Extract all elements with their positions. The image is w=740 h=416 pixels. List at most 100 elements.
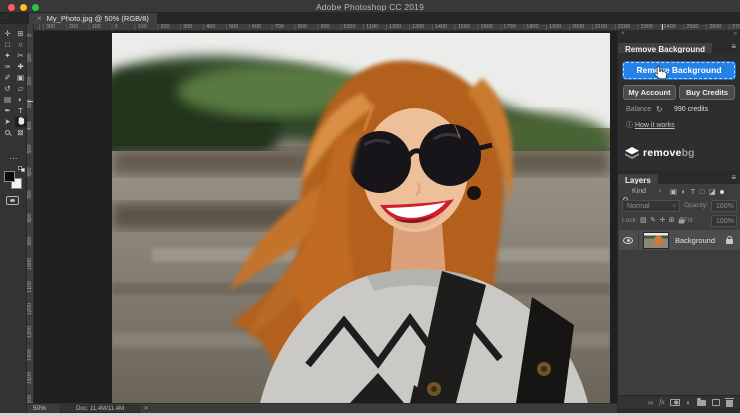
v-ruler-label: 700 [27,188,33,202]
path-select-tool[interactable]: ➤ [2,117,14,127]
h-ruler-label: 1500 [458,24,470,30]
vertical-ruler[interactable]: 0100200300400500600700800900100011001200… [27,31,34,403]
h-ruler-label: 2400 [663,24,675,30]
h-ruler-label: 200 [69,24,78,30]
tab-close-icon[interactable]: × [37,14,42,23]
healing-brush-tool[interactable]: ✚ [15,62,27,72]
pen-tool[interactable]: ✒ [2,106,14,116]
lock-label: Lock: [622,217,638,224]
filter-kind-dropdown[interactable]: Kind [632,188,646,195]
layer-row-background[interactable]: Background [619,230,740,250]
adjustment-layer-icon[interactable]: ◐ [686,398,691,407]
quick-selection-tool[interactable]: ✦ [2,51,14,61]
layers-panel-body: Kind ∨ ▣◐T□◪ Normal∨ Opacity: 100%∨ Lock… [618,184,740,395]
h-ruler-label: 900 [320,24,329,30]
h-ruler-label: 2700 [732,24,740,30]
lock-artboard-icon[interactable]: ⊞ [669,216,675,224]
layer-effects-icon[interactable]: fx [659,398,664,406]
status-chevron-icon[interactable]: > [144,405,148,412]
h-ruler-label: 2200 [618,24,630,30]
dock-close-icon[interactable]: × [621,31,625,37]
fill-select[interactable]: 100%∨ [711,215,737,227]
foreground-color-swatch[interactable] [4,171,15,182]
h-ruler-label: 1600 [481,24,493,30]
brush-tool[interactable]: ✐ [2,73,14,83]
move-tool[interactable]: ✛ [2,29,14,39]
h-ruler-label: 2500 [686,24,698,30]
filter-shape-layers-icon[interactable]: □ [700,187,705,196]
v-ruler-label: 100 [27,51,33,65]
dock-header: × » [618,31,740,39]
document-tab-bar: ∷ ×My_Photo.jpg @ 50% (RGB/8) [0,13,740,24]
v-ruler-label: 0 [27,31,33,42]
v-ruler-label: 900 [27,234,33,248]
dodge-tool[interactable]: ◐ [15,95,27,105]
layers-menu-icon[interactable]: ≡ [731,173,736,182]
opacity-select[interactable]: 100%∨ [711,200,737,212]
blend-mode-select[interactable]: Normal∨ [622,200,680,212]
gradient-tool[interactable]: ▤ [2,95,14,105]
default-colors-icon[interactable] [18,166,25,172]
status-bar: 50% Doc: 11.4M/11.4M > [27,403,617,413]
document-size-indicator: Doc: 11.4M/11.4M [60,405,140,413]
artboard-tool[interactable]: ⊞ [15,29,27,39]
v-ruler-label: 600 [27,165,33,179]
dock-collapse-icon[interactable]: » [734,31,737,37]
v-ruler-label: 1400 [27,348,33,362]
zoom-tool[interactable] [2,128,14,138]
lock-pixels-icon[interactable]: ✎ [650,216,656,224]
delete-layer-icon[interactable] [726,400,733,407]
frame-tool[interactable]: ⊠ [15,128,27,138]
panel-menu-icon[interactable]: ≡ [731,42,736,51]
title-bar: Adobe Photoshop CC 2019 [0,0,740,13]
filter-smart-objects-icon[interactable]: ◪ [709,187,716,196]
h-ruler-label: 300 [46,24,55,30]
new-layer-icon[interactable] [712,399,720,406]
new-group-icon[interactable] [697,400,706,406]
marquee-tool[interactable]: □ [2,40,14,50]
zoom-level-field[interactable]: 50% [33,405,46,412]
filter-adjustment-layers-icon[interactable]: ◐ [682,187,687,196]
layer-mask-icon[interactable] [670,399,680,406]
layer-name: Background [675,236,726,245]
h-ruler-label: 100 [92,24,101,30]
filter-pixel-layers-icon[interactable]: ▣ [670,187,677,196]
v-ruler-label: 200 [27,74,33,88]
tools-panel: ✛⊞□○✦✂✑✚✐▣↺▱▤◐✒T➤⊠ ⋯ [0,24,27,416]
lasso-tool[interactable]: ○ [15,40,27,50]
remove-bg-panel-tabbar: Remove Background ≡ [618,39,740,53]
filter-type-layers-icon[interactable]: T [691,187,696,196]
h-ruler-label: 2100 [595,24,607,30]
quick-mask-button[interactable] [6,196,19,205]
how-it-works-link[interactable]: How it works [635,122,675,129]
clone-stamp-tool[interactable]: ▣ [15,73,27,83]
layer-visibility-eye-icon[interactable] [623,237,633,244]
lock-position-icon[interactable]: ✛ [660,216,666,224]
filter-toggle-icon[interactable] [720,190,724,194]
document-tab[interactable]: ×My_Photo.jpg @ 50% (RGB/8) [29,13,157,24]
v-ruler-label: 500 [27,142,33,156]
remove-background-button[interactable]: Remove Background [623,62,735,79]
layer-thumbnail[interactable] [643,232,669,249]
buy-credits-button[interactable]: Buy Credits [679,85,735,100]
h-ruler-label: 400 [206,24,215,30]
my-account-button[interactable]: My Account [623,85,676,100]
v-ruler-label: 1200 [27,302,33,316]
canvas-pasteboard[interactable] [34,31,617,403]
type-tool[interactable]: T [15,106,27,116]
h-ruler-label: 200 [160,24,169,30]
refresh-balance-icon[interactable]: ↻ [656,105,663,114]
crop-tool[interactable]: ✂ [15,51,27,61]
toolbar-grip-icon: ∷ [3,13,8,21]
eyedropper-tool[interactable]: ✑ [2,62,14,72]
hand-tool[interactable] [15,117,27,127]
lock-transparency-icon[interactable]: ▨ [640,216,647,224]
document-photo[interactable] [112,33,610,403]
history-brush-tool[interactable]: ↺ [2,84,14,94]
link-layers-icon[interactable]: ∞ [648,398,653,407]
mouse-cursor-icon [654,65,667,85]
edit-toolbar-button[interactable]: ⋯ [0,154,27,163]
help-row: ⓘ How it works [626,120,675,130]
horizontal-ruler[interactable]: 3002001000100200300400500600700800900100… [27,24,740,31]
eraser-tool[interactable]: ▱ [15,84,27,94]
